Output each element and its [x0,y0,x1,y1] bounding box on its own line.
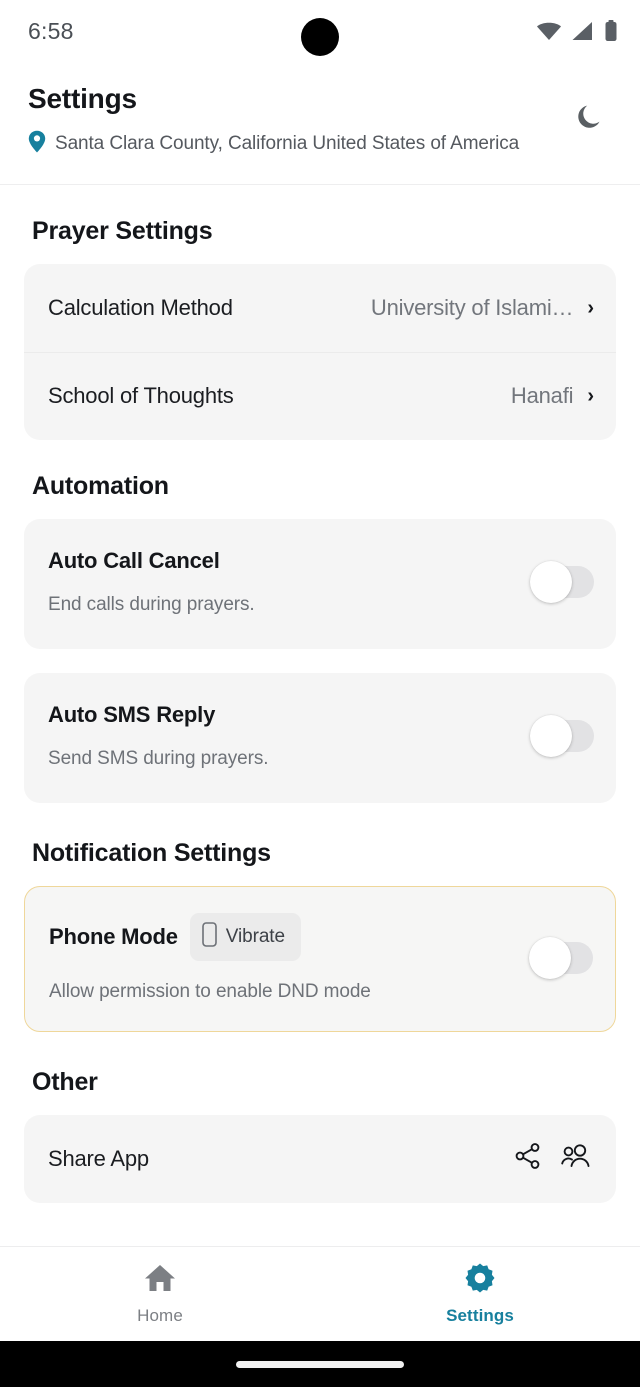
phone-mode-card: Phone Mode Vibrate Allow permission to e… [24,885,616,1032]
toggle-knob [530,714,572,757]
location-text: Santa Clara County, California United St… [55,132,520,154]
row-phone-mode[interactable]: Phone Mode Vibrate Allow permission to e… [25,887,615,1031]
other-card: Share App [24,1114,616,1203]
status-bar-icons [536,20,618,42]
share-nodes-icon[interactable] [514,1142,542,1175]
section-title-automation: Automation [32,471,169,500]
auto-call-cancel-card: Auto Call Cancel End calls during prayer… [24,518,616,649]
phone-mode-chip[interactable]: Vibrate [189,912,301,961]
status-bar: 6:58 [0,0,640,62]
calculation-method-value: University of Islami… [370,294,574,320]
battery-icon [604,20,618,42]
phone-vibrate-icon [201,921,217,952]
cellular-signal-icon [571,21,595,41]
auto-call-cancel-title: Auto Call Cancel [48,547,220,573]
section-title-notification-settings: Notification Settings [32,838,271,867]
toggle-knob [530,560,572,603]
theme-toggle-button[interactable] [566,96,612,142]
gear-icon [464,1262,496,1299]
auto-sms-reply-title: Auto SMS Reply [48,701,216,727]
row-auto-call-cancel[interactable]: Auto Call Cancel End calls during prayer… [24,519,616,649]
auto-sms-reply-toggle[interactable] [530,714,594,757]
phone-mode-subtitle: Allow permission to enable DND mode [49,980,371,1002]
people-group-icon[interactable] [560,1142,592,1175]
section-title-prayer-settings: Prayer Settings [32,216,213,245]
location-row: Santa Clara County, California United St… [28,130,519,158]
auto-sms-reply-subtitle: Send SMS during prayers. [48,747,269,769]
auto-sms-reply-card: Auto SMS Reply Send SMS during prayers. [24,672,616,803]
home-icon [143,1262,177,1299]
phone-mode-top: Phone Mode Vibrate [49,912,371,961]
phone-mode-toggle[interactable] [529,936,593,979]
nav-tab-home-label: Home [137,1306,183,1325]
chevron-right-icon: › [587,385,594,408]
chevron-right-icon: › [587,296,594,319]
calculation-method-label: Calculation Method [48,294,233,320]
toggle-knob [529,936,571,979]
row-calculation-method[interactable]: Calculation Method University of Islami…… [24,264,616,352]
row-share-app[interactable]: Share App [24,1115,616,1203]
section-title-other: Other [32,1067,98,1096]
status-bar-clock: 6:58 [28,17,74,44]
phone-mode-texts: Phone Mode Vibrate Allow permission to e… [49,912,371,1003]
nav-tab-home[interactable]: Home [0,1262,320,1326]
app-screen: 6:58 Settings Santa Clara County, Califo… [0,0,640,1387]
gesture-pill[interactable] [236,1360,404,1368]
header-left: Settings Santa Clara County, California … [28,82,519,158]
camera-cutout [301,18,339,56]
row-school-of-thoughts[interactable]: School of Thoughts Hanafi › [24,351,616,440]
auto-sms-reply-texts: Auto SMS Reply Send SMS during prayers. [48,701,269,770]
nav-tab-settings[interactable]: Settings [320,1262,640,1326]
location-pin-icon [28,130,46,158]
wifi-icon [536,21,562,41]
prayer-settings-card: Calculation Method University of Islami…… [24,263,616,440]
moon-icon [573,101,605,138]
bottom-navigation-bar: Home Settings [0,1246,640,1341]
auto-call-cancel-texts: Auto Call Cancel End calls during prayer… [48,548,255,616]
app-header: Settings Santa Clara County, California … [0,62,640,185]
settings-content: Prayer Settings Calculation Method Unive… [0,184,640,1246]
school-of-thoughts-right: Hanafi › [511,383,594,409]
gesture-navigation-bar [0,1341,640,1387]
auto-call-cancel-subtitle: End calls during prayers. [48,593,255,615]
phone-mode-chip-label: Vibrate [225,925,285,947]
share-app-label: Share App [48,1145,149,1171]
phone-mode-label: Phone Mode [49,923,178,949]
header-row: Settings Santa Clara County, California … [28,82,612,158]
page-title: Settings [28,83,137,114]
row-auto-sms-reply[interactable]: Auto SMS Reply Send SMS during prayers. [24,673,616,803]
school-of-thoughts-label: School of Thoughts [48,383,234,409]
share-app-icons [514,1142,592,1175]
nav-tab-settings-label: Settings [446,1306,514,1325]
calculation-method-right: University of Islami… › [371,295,594,321]
auto-call-cancel-toggle[interactable] [530,560,594,603]
school-of-thoughts-value: Hanafi [510,383,574,409]
